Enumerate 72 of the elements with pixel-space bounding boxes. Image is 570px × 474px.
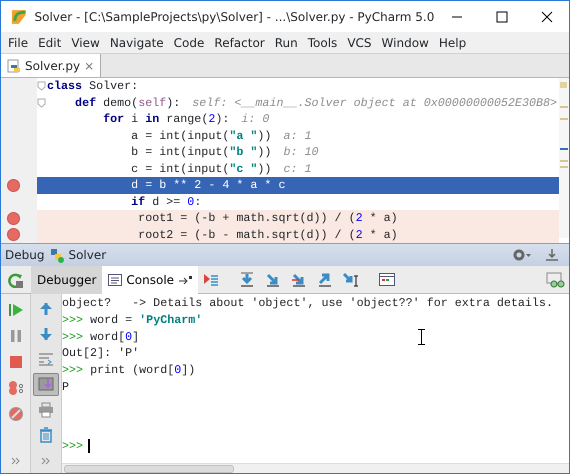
console-line: >>> word[0] bbox=[62, 330, 140, 344]
hide-panel-icon bbox=[545, 248, 559, 262]
code-line: root2 = (-b - math.sqrt(d)) / (2 * a) bbox=[137, 226, 398, 243]
code-line: root1 = (-b + math.sqrt(d)) / (2 * a) bbox=[137, 210, 398, 226]
panel-tab[interactable]: Console bbox=[102, 266, 198, 294]
gear-icon bbox=[512, 248, 532, 262]
menu-item[interactable]: Navigate bbox=[104, 34, 169, 52]
run-to-cursor-icon bbox=[342, 271, 360, 288]
pin-icon bbox=[178, 274, 192, 284]
debug-panel-title: Debug bbox=[5, 247, 44, 264]
run-config-name: Solver bbox=[68, 247, 108, 264]
python-run-config-icon bbox=[48, 247, 64, 263]
up-arrow-icon bbox=[38, 301, 54, 318]
code-line: d = b ** 2 - 4 * a * c bbox=[130, 177, 286, 194]
menu-item[interactable]: Tools bbox=[302, 34, 342, 52]
console-prompt: >>> bbox=[62, 439, 84, 454]
menu-item[interactable]: Help bbox=[434, 34, 472, 52]
text-caret bbox=[88, 439, 90, 454]
more-icon bbox=[41, 457, 51, 466]
stop-icon bbox=[8, 354, 24, 370]
code-line: if d >= 0: bbox=[130, 194, 202, 210]
console-line: P bbox=[62, 380, 70, 394]
menu-item[interactable]: VCS bbox=[342, 34, 377, 52]
trash-icon bbox=[38, 426, 54, 442]
resume-icon bbox=[8, 302, 24, 318]
mute-breakpoints-icon bbox=[8, 406, 24, 422]
printer-icon bbox=[38, 402, 54, 418]
inline-value-hint: c: 1 bbox=[283, 160, 312, 177]
watches-glasses-icon bbox=[546, 272, 566, 288]
menu-item[interactable]: Edit bbox=[33, 34, 66, 52]
menu-item[interactable]: Run bbox=[270, 34, 303, 52]
text-cursor-icon bbox=[418, 329, 425, 345]
horizontal-scrollbar[interactable] bbox=[64, 464, 234, 472]
inline-value-hint: i: 0 bbox=[241, 111, 270, 128]
editor-tab[interactable]: Solver.py × bbox=[1, 54, 102, 77]
menu-item[interactable]: Window bbox=[376, 34, 434, 52]
code-line: class Solver: bbox=[47, 78, 138, 94]
console-line: Out[2]: 'P' bbox=[62, 346, 140, 360]
view-breakpoints-icon bbox=[6, 380, 24, 396]
code-line: def demo(self): bbox=[74, 94, 180, 111]
menu-item[interactable]: Refactor bbox=[209, 34, 270, 52]
code-line: c = int(input("c ")) bbox=[130, 160, 272, 177]
fold-marker-icon bbox=[37, 98, 46, 108]
maximize-icon bbox=[496, 10, 508, 22]
soft-wrap-icon bbox=[38, 351, 54, 368]
menu-item[interactable]: Code bbox=[168, 34, 210, 52]
code-line: b = int(input("b ")) bbox=[130, 144, 272, 160]
menu-item[interactable]: File bbox=[3, 34, 34, 52]
inline-value-hint: a: 1 bbox=[283, 128, 312, 144]
more-icon bbox=[10, 457, 20, 465]
console-line: >>> print (word[0]) bbox=[62, 363, 196, 378]
inline-value-hint: b: 10 bbox=[283, 144, 319, 160]
rerun-icon bbox=[8, 272, 24, 288]
code-line: a = int(input("a ")) bbox=[130, 128, 272, 144]
evaluate-expression-icon bbox=[378, 271, 396, 288]
scroll-to-end-button[interactable] bbox=[33, 372, 59, 396]
console-line: object? -> Details about 'object', use 'object??' for extra details. bbox=[62, 296, 553, 310]
tab-close-button[interactable]: × bbox=[84, 56, 94, 74]
inline-value-hint: self: <__main__.Solver object at 0x00000000052E30B8> bbox=[192, 94, 558, 111]
down-arrow-icon bbox=[38, 326, 54, 342]
menu-item[interactable]: View bbox=[66, 34, 105, 52]
console-icon bbox=[108, 274, 122, 286]
window-title: Solver - [C:\SampleProjects\py\Solver] - ...\Solver.py - PyCharm 5.0 bbox=[34, 8, 434, 26]
python-file-icon bbox=[7, 58, 21, 72]
tab-label: Solver.py bbox=[25, 58, 80, 74]
console-line: >>> word = 'PyCharm' bbox=[62, 312, 202, 327]
show-execution-point-icon bbox=[202, 271, 220, 288]
scroll-to-end-icon bbox=[38, 376, 54, 392]
code-line: for i in range(2): bbox=[102, 111, 230, 128]
panel-tab[interactable]: Debugger bbox=[31, 266, 102, 294]
close-icon bbox=[540, 10, 553, 22]
fold-marker-icon bbox=[37, 81, 46, 92]
